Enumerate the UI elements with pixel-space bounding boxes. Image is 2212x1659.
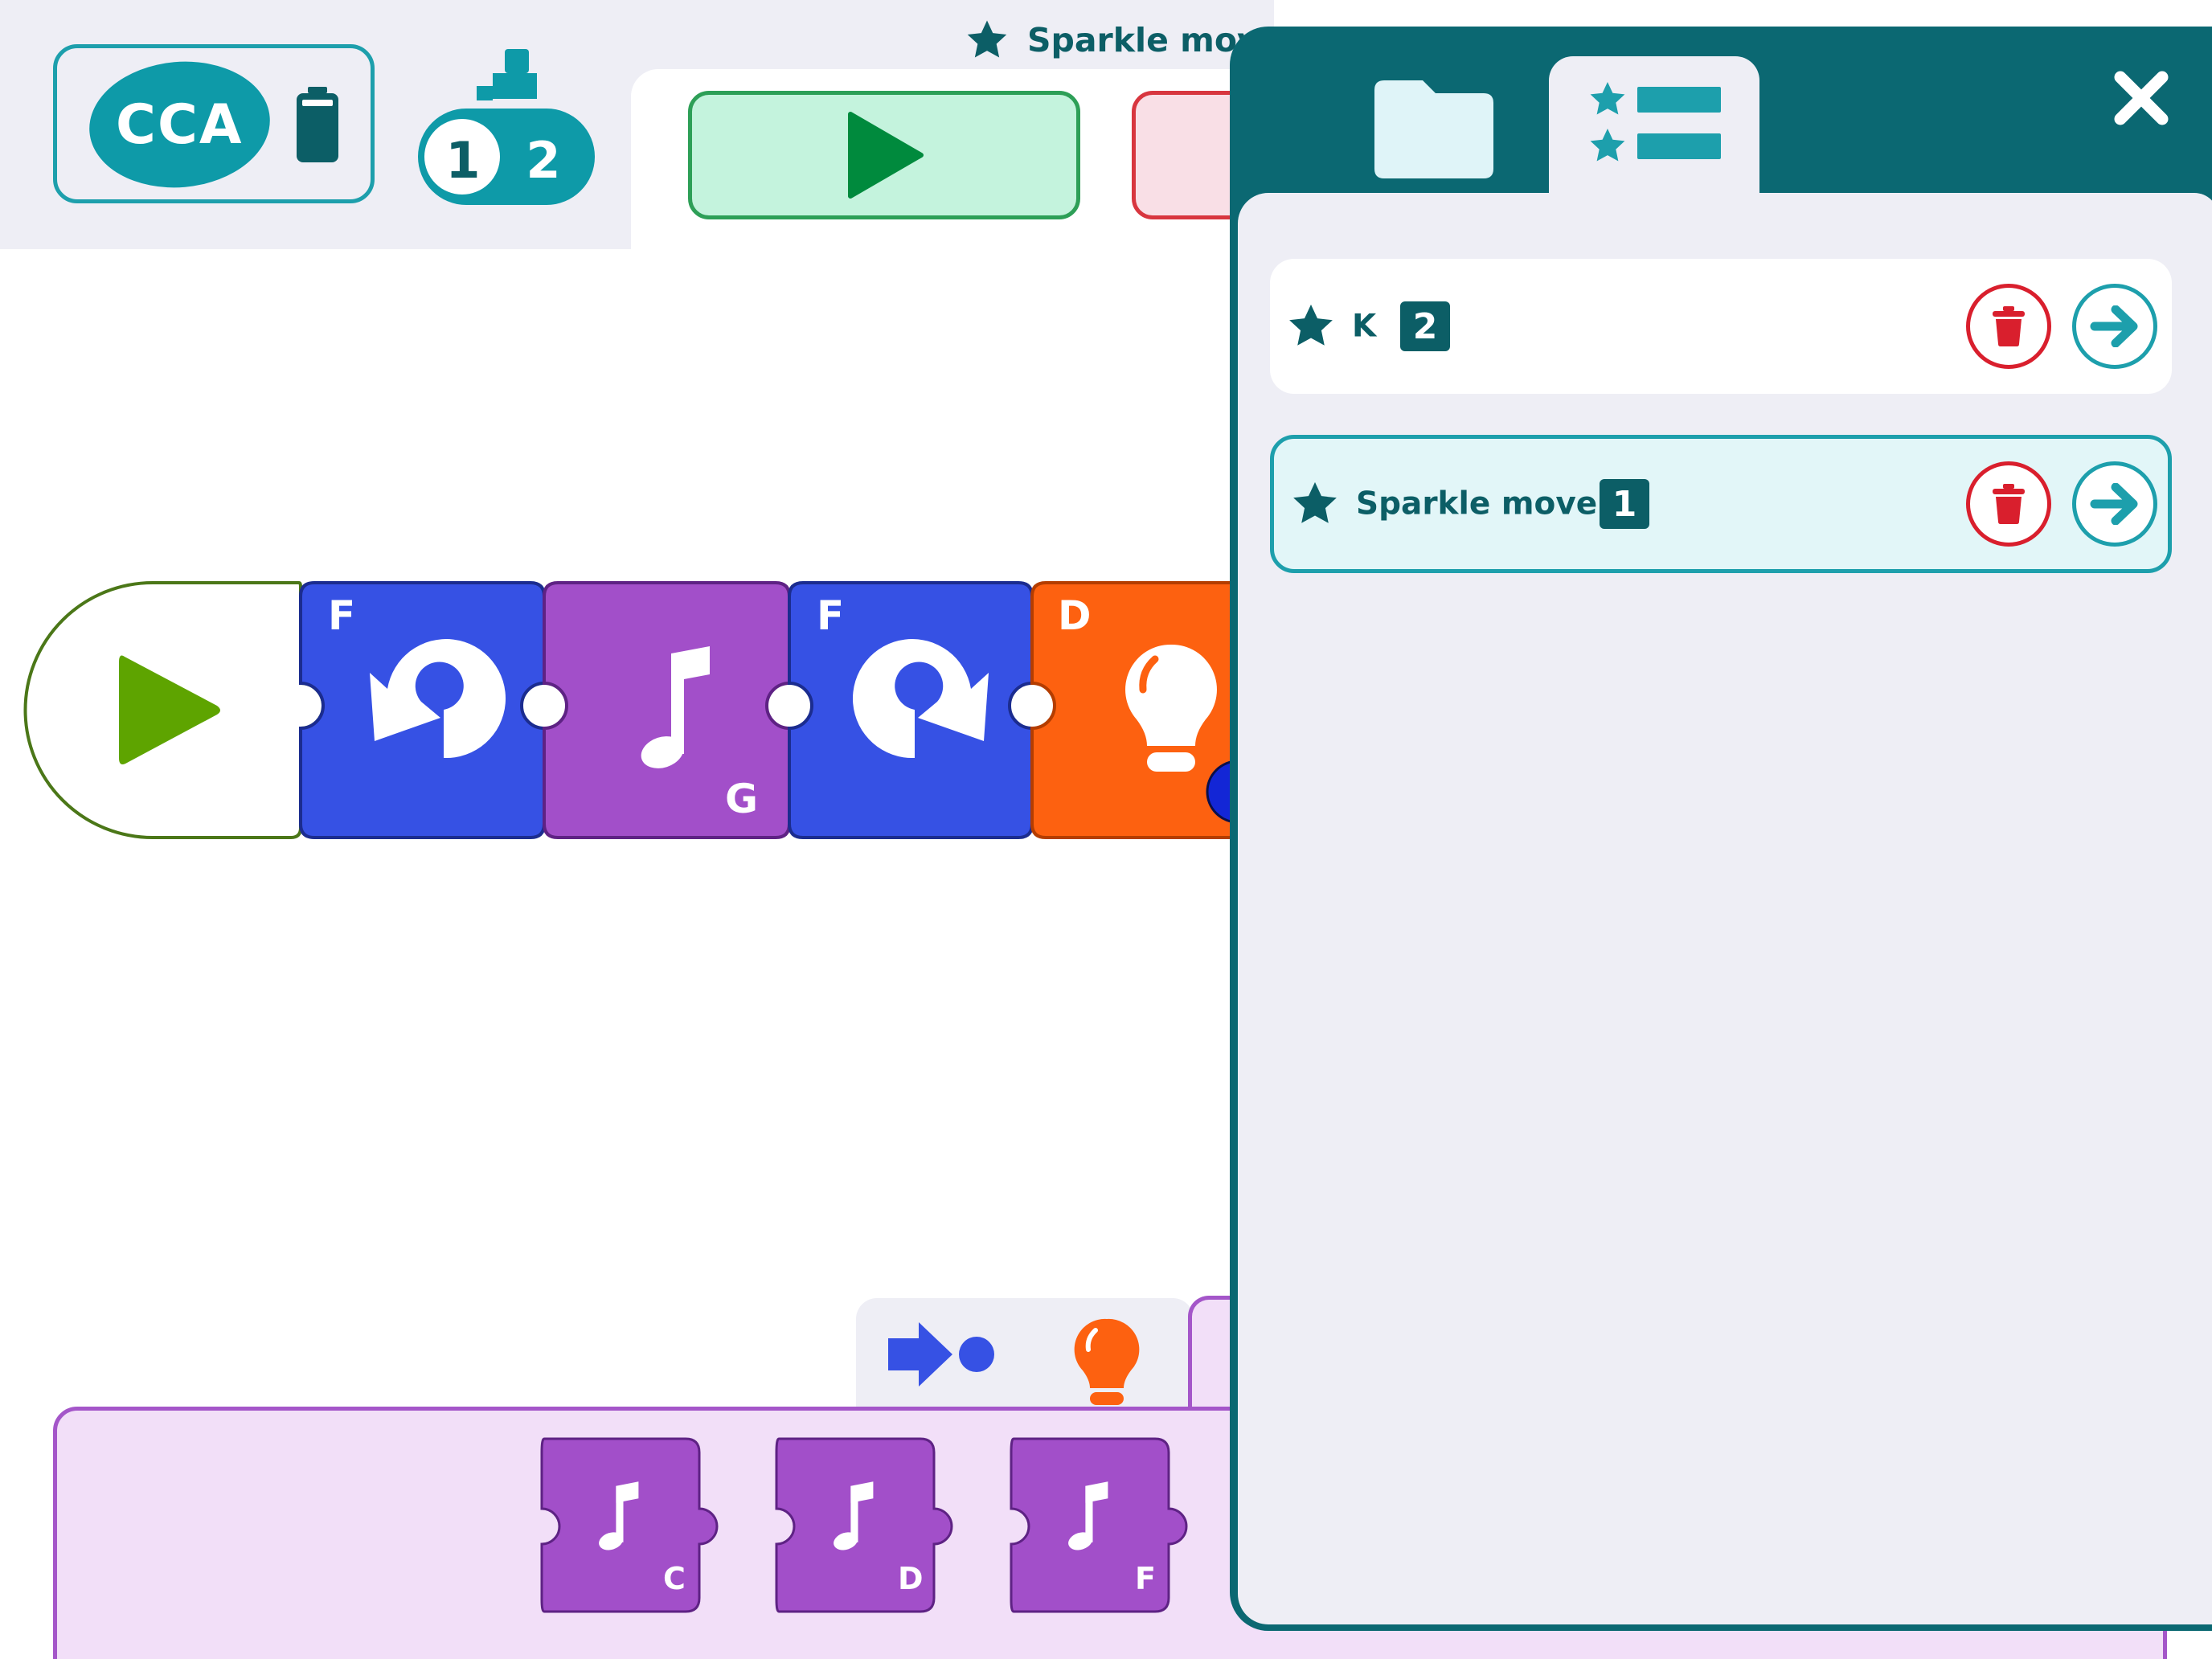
battery-icon <box>297 87 338 162</box>
delete-program-button[interactable] <box>1966 284 2051 369</box>
palette-block-f[interactable] <box>1010 1437 1188 1613</box>
robot-name: CCA <box>116 92 244 157</box>
light-port-label: D <box>1058 592 1092 639</box>
arrow-right-icon <box>2090 483 2138 525</box>
open-program-button[interactable] <box>2072 284 2157 369</box>
arrow-right-icon <box>2090 305 2138 347</box>
programs-panel-body <box>1238 193 2212 1624</box>
motion-icon <box>888 1322 994 1387</box>
program-name: Sparkle move <box>1356 485 1598 522</box>
program-list-item[interactable]: K 2 <box>1270 259 2172 394</box>
palette-note-f: F <box>1135 1561 1156 1596</box>
run-program-button[interactable] <box>688 91 1080 219</box>
level-option-2[interactable]: 2 <box>522 131 564 190</box>
star-icon <box>1293 481 1337 523</box>
close-icon[interactable] <box>2111 68 2172 129</box>
trash-icon <box>1993 484 2025 524</box>
palette-blocks <box>540 1437 1188 1613</box>
palette-note-c: C <box>663 1561 686 1596</box>
program-list-item-selected[interactable]: Sparkle move 1 <box>1270 435 2172 573</box>
play-icon <box>848 112 924 199</box>
program-name: K <box>1352 308 1377 345</box>
folder-icon <box>1374 80 1493 178</box>
app-root: CCA 1 2 Sparkle move F G F D C D F K 2 S… <box>0 0 2212 1659</box>
palette-block-d[interactable] <box>775 1437 953 1613</box>
star-icon <box>967 20 1007 58</box>
folder-tab[interactable] <box>1358 72 1511 185</box>
star-icon <box>1289 304 1333 346</box>
palette-block-c[interactable] <box>540 1437 719 1613</box>
open-program-button[interactable] <box>2072 461 2157 547</box>
favorites-tab[interactable] <box>1549 56 1759 197</box>
palette-tab-bar <box>856 1298 1194 1411</box>
level-selector[interactable]: 1 2 <box>416 44 597 209</box>
palette-tab-icons <box>888 1318 1140 1405</box>
palette-note-d: D <box>898 1561 924 1596</box>
sound-note-label: G <box>725 776 759 822</box>
turn-right-port-label: F <box>817 592 845 639</box>
delete-program-button[interactable] <box>1966 461 2051 547</box>
turn-left-port-label: F <box>328 592 356 639</box>
stairs-icon <box>477 49 537 100</box>
start-block[interactable] <box>23 581 325 839</box>
lightbulb-icon <box>1074 1318 1140 1405</box>
robot-connection-button[interactable]: CCA <box>53 44 375 203</box>
program-block-count: 1 <box>1600 479 1649 529</box>
trash-icon <box>1993 306 2025 346</box>
robot-badge: CCA <box>84 54 276 195</box>
favorites-list-icon <box>1590 82 1721 162</box>
program-block-count: 2 <box>1400 301 1450 351</box>
level-option-1[interactable]: 1 <box>442 131 484 190</box>
